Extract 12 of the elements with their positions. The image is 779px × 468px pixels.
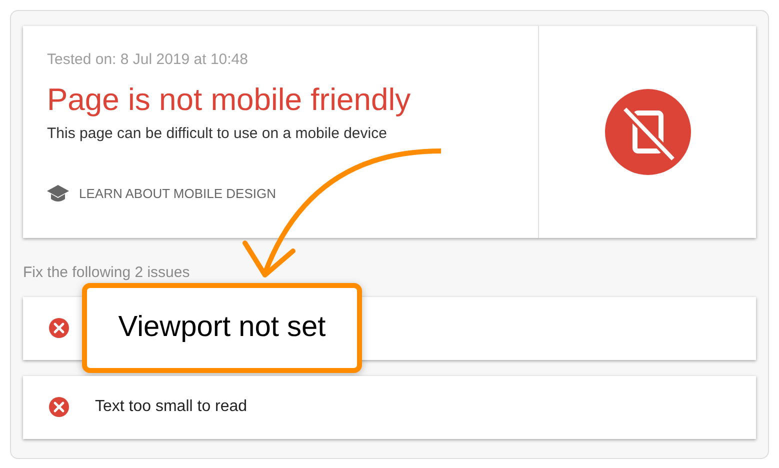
issue-title: Text too small to read bbox=[95, 397, 248, 417]
issues-heading: Fix the following 2 issues bbox=[23, 263, 191, 283]
result-description: This page can be difficult to use on a mobile device bbox=[47, 124, 388, 144]
error-icon bbox=[49, 397, 69, 417]
graduation-cap-icon bbox=[47, 184, 69, 202]
result-title: Page is not mobile friendly bbox=[47, 80, 412, 118]
test-date: Tested on: 8 Jul 2019 at 10:48 bbox=[47, 50, 249, 70]
issue-row[interactable]: Text too small to read bbox=[23, 376, 756, 438]
issue-callout-tooltip: Viewport not set bbox=[82, 282, 362, 372]
phone-crossed-out-icon bbox=[604, 89, 690, 175]
error-icon bbox=[49, 318, 69, 338]
learn-link[interactable]: LEARN ABOUT MOBILE DESIGN bbox=[47, 184, 276, 204]
